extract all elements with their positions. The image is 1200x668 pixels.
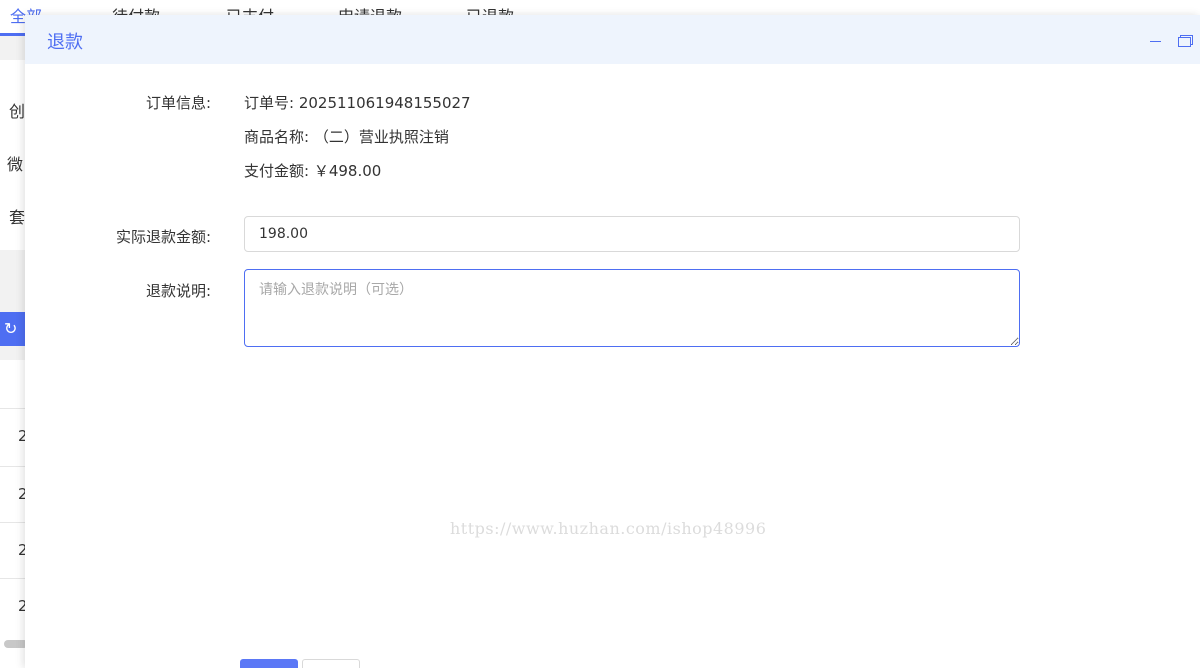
refresh-icon: ↻	[4, 319, 18, 338]
order-number: 订单号: 202511061948155027	[244, 94, 471, 112]
paid-amount: 支付金额: ￥498.00	[244, 162, 382, 180]
dialog-header: 退款	[25, 15, 1200, 64]
order-info-label: 订单信息:	[145, 94, 211, 112]
refund-amount-label: 实际退款金额:	[115, 228, 211, 246]
dialog-title: 退款	[47, 32, 83, 53]
watermark-text: https://www.huzhan.com/ishop48996	[450, 519, 767, 538]
maximize-icon[interactable]	[1177, 31, 1193, 47]
refund-description-textarea[interactable]	[244, 269, 1020, 347]
refund-description-label: 退款说明:	[145, 282, 211, 300]
active-tab-indicator	[0, 33, 26, 36]
filter-label: 创	[9, 102, 26, 121]
refund-amount-input[interactable]	[244, 216, 1020, 252]
filter-label: 微	[7, 155, 24, 174]
product-name: 商品名称: （二）营业执照注销	[244, 128, 449, 146]
filter-label: 套	[9, 208, 26, 227]
minimize-icon[interactable]	[1148, 31, 1164, 47]
confirm-button[interactable]	[240, 659, 298, 668]
cancel-button[interactable]	[302, 659, 360, 668]
refund-dialog: 退款 订单信息: 订单号: 202511061948155027 商品名称: （…	[25, 15, 1200, 668]
